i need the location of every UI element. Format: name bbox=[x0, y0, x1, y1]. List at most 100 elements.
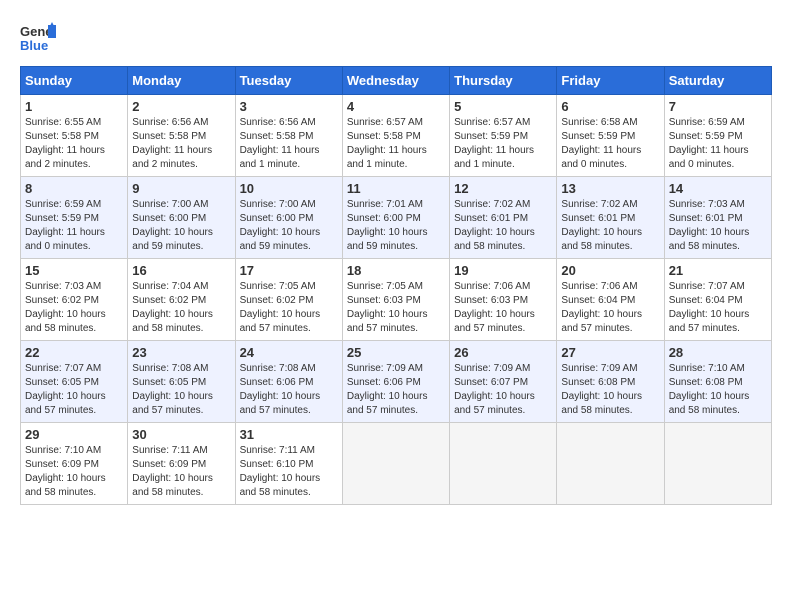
day-info: Sunrise: 7:03 AM Sunset: 6:01 PM Dayligh… bbox=[669, 198, 767, 254]
header-cell-monday: Monday bbox=[128, 67, 235, 95]
header-cell-sunday: Sunday bbox=[21, 67, 128, 95]
day-number: 9 bbox=[132, 181, 230, 196]
day-info: Sunrise: 7:07 AM Sunset: 6:04 PM Dayligh… bbox=[669, 280, 767, 336]
logo-icon: General Blue bbox=[20, 20, 56, 56]
day-info: Sunrise: 7:00 AM Sunset: 6:00 PM Dayligh… bbox=[240, 198, 338, 254]
day-info: Sunrise: 7:00 AM Sunset: 6:00 PM Dayligh… bbox=[132, 198, 230, 254]
day-number: 17 bbox=[240, 263, 338, 278]
day-info: Sunrise: 7:01 AM Sunset: 6:00 PM Dayligh… bbox=[347, 198, 445, 254]
calendar-cell: 31 Sunrise: 7:11 AM Sunset: 6:10 PM Dayli… bbox=[235, 423, 342, 505]
week-row-5: 29 Sunrise: 7:10 AM Sunset: 6:09 PM Dayli… bbox=[21, 423, 772, 505]
day-info: Sunrise: 6:55 AM Sunset: 5:58 PM Dayligh… bbox=[25, 116, 123, 172]
calendar-cell: 2 Sunrise: 6:56 AM Sunset: 5:58 PM Daylig… bbox=[128, 95, 235, 177]
day-number: 6 bbox=[561, 99, 659, 114]
day-number: 5 bbox=[454, 99, 552, 114]
day-number: 26 bbox=[454, 345, 552, 360]
calendar-cell bbox=[450, 423, 557, 505]
header-cell-wednesday: Wednesday bbox=[342, 67, 449, 95]
day-info: Sunrise: 6:57 AM Sunset: 5:59 PM Dayligh… bbox=[454, 116, 552, 172]
calendar-cell: 15 Sunrise: 7:03 AM Sunset: 6:02 PM Dayli… bbox=[21, 259, 128, 341]
calendar-cell: 18 Sunrise: 7:05 AM Sunset: 6:03 PM Dayli… bbox=[342, 259, 449, 341]
day-number: 10 bbox=[240, 181, 338, 196]
day-number: 23 bbox=[132, 345, 230, 360]
day-info: Sunrise: 7:05 AM Sunset: 6:02 PM Dayligh… bbox=[240, 280, 338, 336]
day-number: 16 bbox=[132, 263, 230, 278]
day-info: Sunrise: 6:56 AM Sunset: 5:58 PM Dayligh… bbox=[132, 116, 230, 172]
calendar-cell: 12 Sunrise: 7:02 AM Sunset: 6:01 PM Dayli… bbox=[450, 177, 557, 259]
day-info: Sunrise: 7:11 AM Sunset: 6:10 PM Dayligh… bbox=[240, 444, 338, 500]
day-number: 1 bbox=[25, 99, 123, 114]
calendar-cell: 10 Sunrise: 7:00 AM Sunset: 6:00 PM Dayli… bbox=[235, 177, 342, 259]
calendar-cell: 29 Sunrise: 7:10 AM Sunset: 6:09 PM Dayli… bbox=[21, 423, 128, 505]
day-number: 30 bbox=[132, 427, 230, 442]
day-info: Sunrise: 6:56 AM Sunset: 5:58 PM Dayligh… bbox=[240, 116, 338, 172]
day-number: 12 bbox=[454, 181, 552, 196]
day-number: 29 bbox=[25, 427, 123, 442]
header-cell-friday: Friday bbox=[557, 67, 664, 95]
day-info: Sunrise: 7:06 AM Sunset: 6:04 PM Dayligh… bbox=[561, 280, 659, 336]
calendar-cell: 28 Sunrise: 7:10 AM Sunset: 6:08 PM Dayli… bbox=[664, 341, 771, 423]
calendar-cell: 21 Sunrise: 7:07 AM Sunset: 6:04 PM Dayli… bbox=[664, 259, 771, 341]
calendar-cell: 27 Sunrise: 7:09 AM Sunset: 6:08 PM Dayli… bbox=[557, 341, 664, 423]
day-number: 31 bbox=[240, 427, 338, 442]
day-info: Sunrise: 7:10 AM Sunset: 6:09 PM Dayligh… bbox=[25, 444, 123, 500]
calendar-cell bbox=[664, 423, 771, 505]
day-number: 8 bbox=[25, 181, 123, 196]
calendar-cell: 4 Sunrise: 6:57 AM Sunset: 5:58 PM Daylig… bbox=[342, 95, 449, 177]
calendar-cell: 24Sunrise: 7:08 AM Sunset: 6:06 PM Dayli… bbox=[235, 341, 342, 423]
calendar-cell: 16 Sunrise: 7:04 AM Sunset: 6:02 PM Dayli… bbox=[128, 259, 235, 341]
week-row-2: 8 Sunrise: 6:59 AM Sunset: 5:59 PM Daylig… bbox=[21, 177, 772, 259]
day-number: 2 bbox=[132, 99, 230, 114]
header-cell-thursday: Thursday bbox=[450, 67, 557, 95]
day-number: 25 bbox=[347, 345, 445, 360]
day-info: Sunrise: 6:58 AM Sunset: 5:59 PM Dayligh… bbox=[561, 116, 659, 172]
day-number: 20 bbox=[561, 263, 659, 278]
header-row: SundayMondayTuesdayWednesdayThursdayFrid… bbox=[21, 67, 772, 95]
calendar-cell: 13Sunrise: 7:02 AM Sunset: 6:01 PM Dayli… bbox=[557, 177, 664, 259]
page-header: General Blue bbox=[20, 20, 772, 56]
calendar-cell: 22Sunrise: 7:07 AM Sunset: 6:05 PM Dayli… bbox=[21, 341, 128, 423]
day-info: Sunrise: 7:09 AM Sunset: 6:06 PM Dayligh… bbox=[347, 362, 445, 418]
calendar-cell: 14 Sunrise: 7:03 AM Sunset: 6:01 PM Dayli… bbox=[664, 177, 771, 259]
day-info: Sunrise: 7:09 AM Sunset: 6:07 PM Dayligh… bbox=[454, 362, 552, 418]
day-number: 15 bbox=[25, 263, 123, 278]
day-info: Sunrise: 7:03 AM Sunset: 6:02 PM Dayligh… bbox=[25, 280, 123, 336]
calendar-cell bbox=[342, 423, 449, 505]
day-info: Sunrise: 7:02 AM Sunset: 6:01 PM Dayligh… bbox=[561, 198, 659, 254]
calendar-cell: 8 Sunrise: 6:59 AM Sunset: 5:59 PM Daylig… bbox=[21, 177, 128, 259]
calendar-cell: 19Sunrise: 7:06 AM Sunset: 6:03 PM Dayli… bbox=[450, 259, 557, 341]
week-row-4: 22Sunrise: 7:07 AM Sunset: 6:05 PM Dayli… bbox=[21, 341, 772, 423]
calendar-cell: 1 Sunrise: 6:55 AM Sunset: 5:58 PM Daylig… bbox=[21, 95, 128, 177]
calendar-cell: 3 Sunrise: 6:56 AM Sunset: 5:58 PM Daylig… bbox=[235, 95, 342, 177]
day-number: 28 bbox=[669, 345, 767, 360]
day-info: Sunrise: 7:06 AM Sunset: 6:03 PM Dayligh… bbox=[454, 280, 552, 336]
day-info: Sunrise: 7:02 AM Sunset: 6:01 PM Dayligh… bbox=[454, 198, 552, 254]
day-number: 18 bbox=[347, 263, 445, 278]
day-number: 11 bbox=[347, 181, 445, 196]
calendar-cell: 6 Sunrise: 6:58 AM Sunset: 5:59 PM Daylig… bbox=[557, 95, 664, 177]
svg-text:Blue: Blue bbox=[20, 38, 48, 53]
day-info: Sunrise: 7:08 AM Sunset: 6:06 PM Dayligh… bbox=[240, 362, 338, 418]
calendar-cell: 9 Sunrise: 7:00 AM Sunset: 6:00 PM Daylig… bbox=[128, 177, 235, 259]
day-number: 21 bbox=[669, 263, 767, 278]
day-info: Sunrise: 7:05 AM Sunset: 6:03 PM Dayligh… bbox=[347, 280, 445, 336]
day-info: Sunrise: 7:11 AM Sunset: 6:09 PM Dayligh… bbox=[132, 444, 230, 500]
day-info: Sunrise: 7:08 AM Sunset: 6:05 PM Dayligh… bbox=[132, 362, 230, 418]
calendar-cell bbox=[557, 423, 664, 505]
day-number: 14 bbox=[669, 181, 767, 196]
day-info: Sunrise: 7:04 AM Sunset: 6:02 PM Dayligh… bbox=[132, 280, 230, 336]
day-info: Sunrise: 7:10 AM Sunset: 6:08 PM Dayligh… bbox=[669, 362, 767, 418]
day-info: Sunrise: 7:09 AM Sunset: 6:08 PM Dayligh… bbox=[561, 362, 659, 418]
calendar-cell: 7Sunrise: 6:59 AM Sunset: 5:59 PM Daylig… bbox=[664, 95, 771, 177]
day-info: Sunrise: 6:59 AM Sunset: 5:59 PM Dayligh… bbox=[25, 198, 123, 254]
week-row-1: 1 Sunrise: 6:55 AM Sunset: 5:58 PM Daylig… bbox=[21, 95, 772, 177]
calendar-cell: 23 Sunrise: 7:08 AM Sunset: 6:05 PM Dayli… bbox=[128, 341, 235, 423]
day-number: 3 bbox=[240, 99, 338, 114]
calendar-cell: 5 Sunrise: 6:57 AM Sunset: 5:59 PM Daylig… bbox=[450, 95, 557, 177]
calendar-cell: 26 Sunrise: 7:09 AM Sunset: 6:07 PM Dayli… bbox=[450, 341, 557, 423]
day-info: Sunrise: 6:57 AM Sunset: 5:58 PM Dayligh… bbox=[347, 116, 445, 172]
week-row-3: 15 Sunrise: 7:03 AM Sunset: 6:02 PM Dayli… bbox=[21, 259, 772, 341]
logo: General Blue bbox=[20, 20, 60, 56]
day-number: 4 bbox=[347, 99, 445, 114]
day-number: 27 bbox=[561, 345, 659, 360]
